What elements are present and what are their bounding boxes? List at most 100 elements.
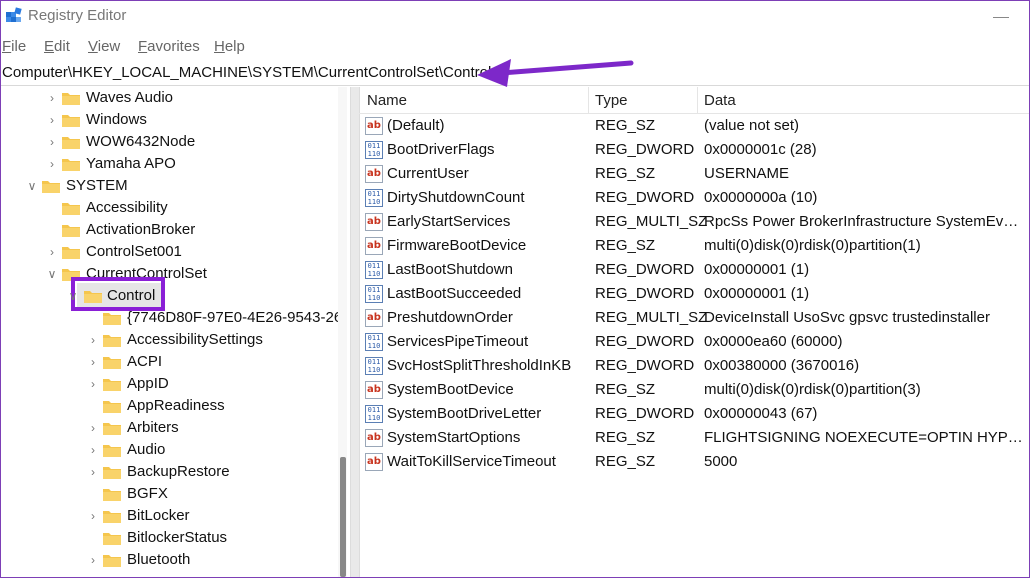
chevron-right-icon[interactable]: › [46, 112, 58, 128]
string-value-icon: ab [365, 381, 383, 399]
value-row[interactable]: 011 110 101DirtyShutdownCount REG_DWORD 0x… [359, 186, 1029, 210]
tree-item-label: AppID [127, 375, 169, 392]
value-row[interactable]: ab PreshutdownOrder REG_MULTI_SZ DeviceInst… [359, 306, 1029, 330]
chevron-right-icon[interactable]: › [87, 508, 99, 524]
string-value-icon: ab [365, 309, 383, 327]
value-row[interactable]: ab SystemBootDevice REG_SZ multi(0)disk(0)r… [359, 378, 1029, 402]
tree-item[interactable]: › ControlSet001 [1, 241, 341, 263]
value-type: REG_DWORD [595, 405, 695, 422]
menu-view[interactable]: View [88, 38, 120, 55]
menu-edit[interactable]: Edit [44, 38, 70, 55]
tree-item-label: Audio [127, 441, 166, 458]
binary-value-icon: 011 110 101 [365, 189, 383, 207]
title-bar[interactable]: Registry Editor [1, 1, 1029, 33]
chevron-down-icon[interactable]: ∨ [67, 288, 79, 304]
value-row[interactable]: ab FirmwareBootDevice REG_SZ multi(0)disk(0… [359, 234, 1029, 258]
menu-favorites[interactable]: Favorites [138, 38, 200, 55]
menu-file[interactable]: File [2, 38, 26, 55]
value-row[interactable]: 011 110 101SvcHostSplitThresholdInKB REG_… [359, 354, 1029, 378]
tree-item[interactable]: › AppID [1, 373, 341, 395]
tree-item[interactable]: › Waves Audio [1, 87, 341, 109]
minimize-button[interactable] [991, 9, 1011, 25]
column-header-name[interactable]: Name [367, 92, 407, 109]
chevron-right-icon[interactable]: › [87, 420, 99, 436]
tree-item[interactable]: › BackupRestore [1, 461, 341, 483]
value-data: 0x0000000a (10) [704, 189, 818, 206]
value-row[interactable]: 011 110 101LastBootSucceeded REG_DWORD 0x0… [359, 282, 1029, 306]
tree-item[interactable]: › Bluetooth [1, 549, 341, 571]
value-row[interactable]: ab (Default) REG_SZ (value not set) [359, 114, 1029, 138]
tree-item[interactable]: › AccessibilitySettings [1, 329, 341, 351]
value-type: REG_SZ [595, 165, 656, 182]
value-data: USERNAME [704, 165, 790, 182]
chevron-right-icon[interactable]: › [46, 134, 58, 150]
address-path[interactable]: Computer\HKEY_LOCAL_MACHINE\SYSTEM\Curre… [2, 64, 491, 81]
value-row[interactable]: ab SystemStartOptions REG_SZ FLIGHTSIGNING… [359, 426, 1029, 450]
tree-item[interactable]: › BitLocker [1, 505, 341, 527]
column-divider[interactable] [588, 87, 589, 113]
tree-scrollbar[interactable] [338, 87, 347, 577]
value-row[interactable]: ab EarlyStartServices REG_MULTI_SZ RpcSs Po… [359, 210, 1029, 234]
chevron-right-icon[interactable]: › [46, 244, 58, 260]
value-type: REG_DWORD [595, 333, 695, 350]
value-name: DirtyShutdownCount [387, 189, 525, 206]
value-row[interactable]: 011 110 101LastBootShutdown REG_DWORD 0x00… [359, 258, 1029, 282]
tree-item[interactable]: {7746D80F-97E0-4E26-9543-26 [1, 307, 343, 329]
values-list[interactable]: Name Type Data ab (Default) REG_SZ (value n… [359, 87, 1029, 577]
tree-item[interactable]: › Audio [1, 439, 341, 461]
tree-item[interactable]: ∨ SYSTEM [1, 175, 341, 197]
chevron-right-icon[interactable]: › [46, 90, 58, 106]
tree-item-label: {7746D80F-97E0-4E26-9543-26 [127, 309, 343, 326]
value-name: ServicesPipeTimeout [387, 333, 529, 350]
folder-icon [103, 379, 121, 391]
chevron-right-icon[interactable]: › [87, 552, 99, 568]
value-data: multi(0)disk(0)rdisk(0)partition(3) [704, 381, 921, 398]
value-row[interactable]: 011 110 101SystemBootDriveLetter REG_DWOR… [359, 402, 1029, 426]
chevron-right-icon[interactable]: › [87, 376, 99, 392]
tree-item-selected[interactable]: ∨ Control [1, 285, 341, 307]
chevron-right-icon[interactable]: › [46, 156, 58, 172]
tree-item[interactable]: › Windows [1, 109, 341, 131]
tree-item[interactable]: › Yamaha APO [1, 153, 341, 175]
value-row[interactable]: ab CurrentUser REG_SZ USERNAME [359, 162, 1029, 186]
chevron-down-icon[interactable]: ∨ [46, 266, 58, 282]
tree-item[interactable]: BGFX [1, 483, 341, 505]
tree-item-label: ACPI [127, 353, 163, 370]
menu-help[interactable]: Help [214, 38, 245, 55]
tree-item-label: Bluetooth [127, 551, 191, 568]
column-divider[interactable] [697, 87, 698, 113]
column-header-type[interactable]: Type [595, 92, 628, 109]
value-data: multi(0)disk(0)rdisk(0)partition(1) [704, 237, 921, 254]
chevron-down-icon[interactable]: ∨ [26, 178, 38, 194]
value-row[interactable]: 011 110 101BootDriverFlags REG_DWORD 0x000… [359, 138, 1029, 162]
tree-item[interactable]: ActivationBroker [1, 219, 341, 241]
chevron-right-icon[interactable]: › [87, 442, 99, 458]
tree-item[interactable]: BitlockerStatus [1, 527, 341, 549]
value-data: 0x00000001 (1) [704, 285, 810, 302]
tree-item[interactable]: Accessibility [1, 197, 341, 219]
chevron-right-icon[interactable]: › [87, 354, 99, 370]
tree-item[interactable]: AppReadiness [1, 395, 341, 417]
key-tree[interactable]: › Waves Audio › Windows › WOW6432Node › Yamaha … [1, 87, 347, 577]
tree-item[interactable]: › Arbiters [1, 417, 341, 439]
tree-item-label: BGFX [127, 485, 168, 502]
chevron-right-icon[interactable]: › [87, 464, 99, 480]
column-header-data[interactable]: Data [704, 92, 736, 109]
chevron-right-icon[interactable]: › [87, 332, 99, 348]
string-value-icon: ab [365, 453, 383, 471]
value-row[interactable]: 011 110 101ServicesPipeTimeout REG_DWORD 0… [359, 330, 1029, 354]
value-row[interactable]: ab WaitToKillServiceTimeout REG_SZ 5000 [359, 450, 1029, 474]
folder-icon [62, 247, 80, 259]
value-name: SystemBootDevice [387, 381, 514, 398]
tree-item-label: Accessibility [86, 199, 168, 216]
value-data: DeviceInstall UsoSvc gpsvc trustedinstal… [704, 309, 990, 326]
tree-item[interactable]: › ACPI [1, 351, 341, 373]
tree-item[interactable]: ∨ CurrentControlSet [1, 263, 341, 285]
value-type: REG_DWORD [595, 189, 695, 206]
tree-item[interactable]: › WOW6432Node [1, 131, 341, 153]
tree-scrollbar-thumb[interactable] [340, 457, 346, 577]
folder-icon [103, 423, 121, 435]
binary-value-icon: 011 110 101 [365, 285, 383, 303]
tree-item-label: ControlSet001 [86, 243, 182, 260]
folder-icon [103, 401, 121, 413]
